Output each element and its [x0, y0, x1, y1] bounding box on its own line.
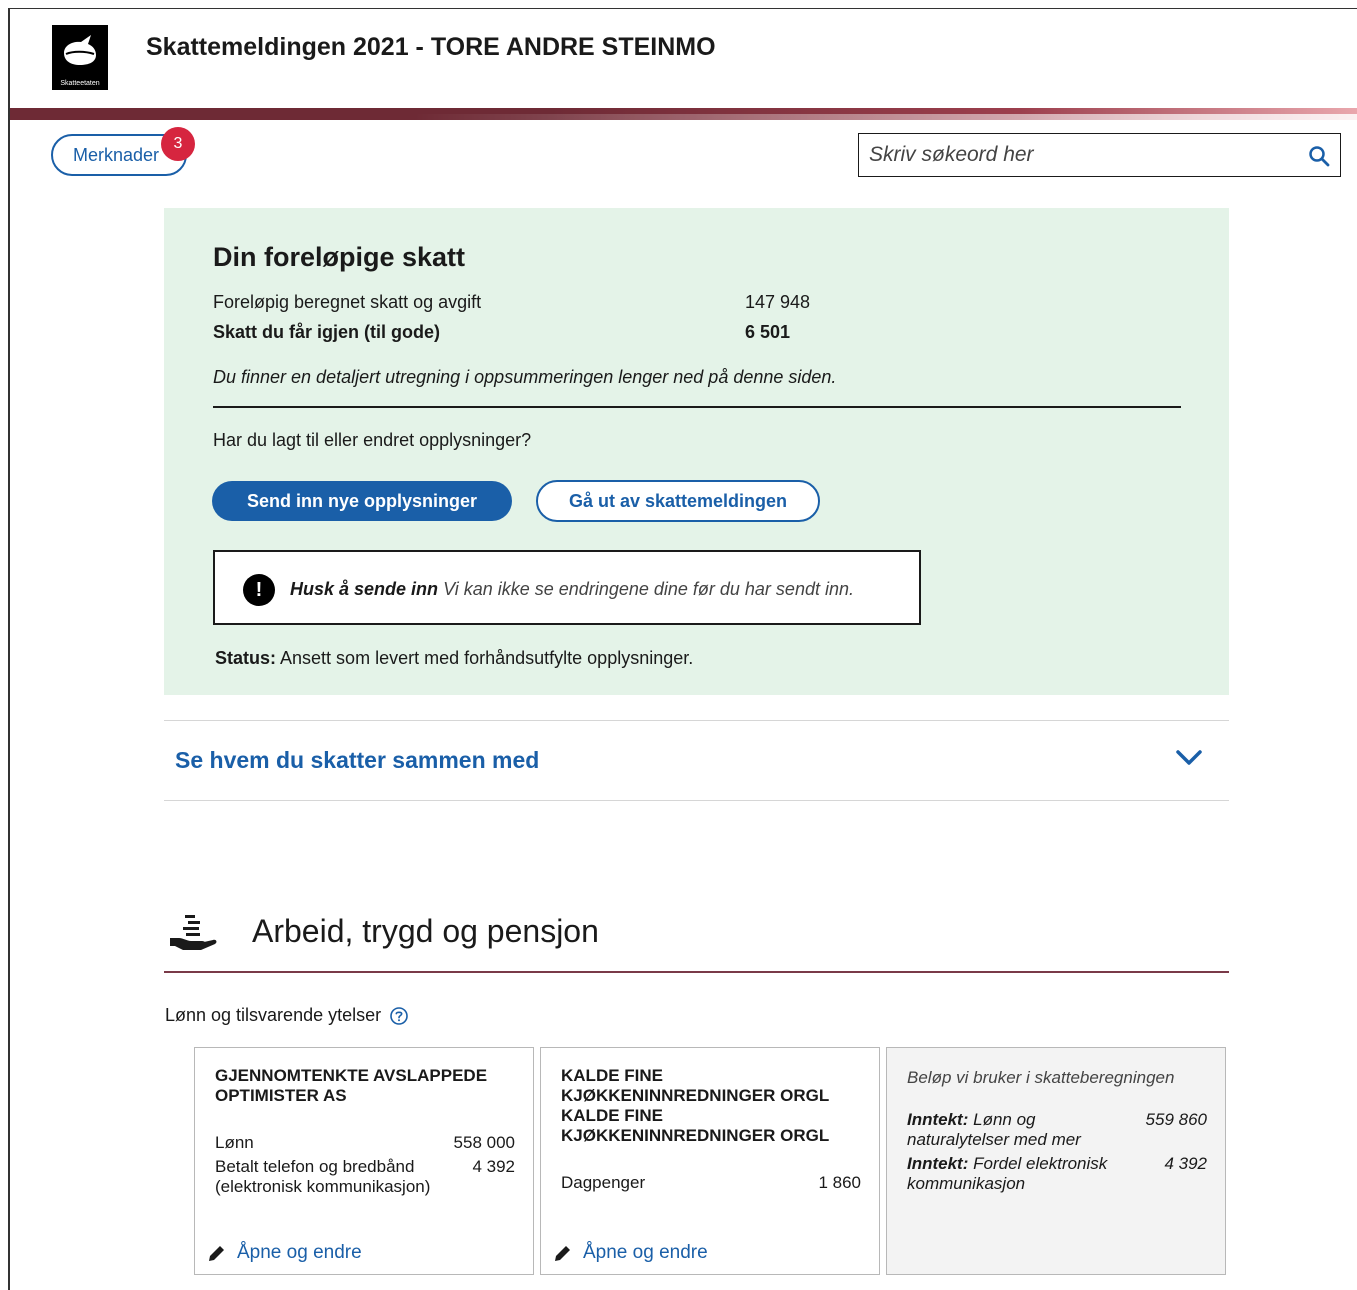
- calc-line-label: Inntekt: Fordel elektronisk kommunikasjo…: [907, 1154, 1122, 1194]
- sub-section-text: Lønn og tilsvarende ytelser: [165, 1005, 382, 1025]
- summary-row-label: Foreløpig beregnet skatt og avgift: [213, 292, 482, 312]
- employer-card: KALDE FINE KJØKKENINNREDNINGER ORGL KALD…: [540, 1047, 880, 1275]
- status-text: Ansett som levert med forhåndsutfylte op…: [280, 648, 694, 668]
- summary-row-calculated: Foreløpig beregnet skatt og avgift 147 9…: [213, 292, 810, 313]
- summary-row-label: Skatt du får igjen (til gode): [213, 322, 441, 342]
- open-edit-label: Åpne og endre: [237, 1242, 362, 1263]
- pencil-icon: [555, 1246, 570, 1261]
- callout-bold: Husk å sende inn: [290, 579, 439, 599]
- employer-name: KALDE FINE KJØKKENINNREDNINGER ORGL KALD…: [561, 1066, 830, 1145]
- merknader-count-badge: 3: [161, 127, 195, 161]
- open-edit-link[interactable]: Åpne og endre: [207, 1242, 362, 1264]
- calc-line-prefix: Inntekt:: [907, 1154, 969, 1173]
- income-line: Lønn 558 000: [215, 1133, 515, 1153]
- logo-mark-icon: [64, 35, 96, 65]
- section-divider: [164, 971, 1229, 973]
- callout-message: Vi kan ikke se endringene dine før du ha…: [443, 579, 854, 599]
- employer-card: GJENNOMTENKTE AVSLAPPEDE OPTIMISTER AS L…: [194, 1047, 534, 1275]
- open-edit-label: Åpne og endre: [583, 1242, 708, 1263]
- help-icon[interactable]: [389, 1006, 409, 1026]
- send-inn-button[interactable]: Send inn nye opplysninger: [212, 481, 512, 521]
- summary-title: Din foreløpige skatt: [213, 242, 466, 272]
- search-box: [858, 133, 1341, 177]
- accordion-label: Se hvem du skatter sammen med: [175, 747, 540, 773]
- calc-line-amount: 4 392: [1164, 1154, 1207, 1173]
- exclamation-icon: !: [243, 574, 275, 606]
- pencil-icon: [209, 1246, 224, 1261]
- brand-stripe-fade: [10, 114, 1357, 120]
- open-edit-link[interactable]: Åpne og endre: [553, 1242, 708, 1264]
- accordion-sambeskatning[interactable]: Se hvem du skatter sammen med: [164, 720, 1229, 801]
- income-label: Lønn: [215, 1133, 254, 1152]
- sub-section-label: Lønn og tilsvarende ytelser: [165, 1005, 409, 1026]
- summary-row-refund: Skatt du får igjen (til gode) 6 501: [213, 322, 790, 343]
- calc-line: Inntekt: Fordel elektronisk kommunikasjo…: [907, 1154, 1207, 1194]
- hand-coins-icon: [170, 915, 217, 950]
- page-title: Skattemeldingen 2021 - TORE ANDRE STEINM…: [146, 33, 716, 61]
- summary-row-value: 6 501: [745, 322, 791, 342]
- tax-summary-panel: Din foreløpige skatt Foreløpig beregnet …: [164, 208, 1229, 695]
- logo-text: Skatteetaten: [60, 80, 100, 87]
- status-line: Status: Ansett som levert med forhåndsut…: [215, 648, 693, 669]
- income-label: Betalt telefon og bredbånd (elektronisk …: [215, 1157, 431, 1196]
- calc-line-prefix: Inntekt:: [907, 1110, 969, 1129]
- section-title: Arbeid, trygd og pensjon: [252, 913, 599, 949]
- income-label: Dagpenger: [561, 1173, 646, 1192]
- calc-line-amount: 559 860: [1145, 1110, 1207, 1129]
- exit-button[interactable]: Gå ut av skattemeldingen: [536, 480, 820, 522]
- search-icon[interactable]: [1308, 145, 1330, 167]
- summary-question: Har du lagt til eller endret opplysninge…: [213, 430, 532, 450]
- income-amount: 1 860: [818, 1173, 861, 1192]
- calc-line: Inntekt: Lønn og naturalytelser med mer …: [907, 1110, 1207, 1150]
- summary-note: Du finner en detaljert utregning i oppsu…: [213, 367, 837, 387]
- calc-card-title: Beløp vi bruker i skatteberegningen: [907, 1068, 1175, 1087]
- status-label: Status:: [215, 648, 277, 668]
- search-input[interactable]: [869, 134, 1289, 175]
- calc-line-label: Inntekt: Lønn og naturalytelser med mer: [907, 1110, 1122, 1150]
- income-amount: 4 392: [472, 1157, 515, 1176]
- income-amount: 558 000: [453, 1133, 515, 1152]
- merknader-label: Merknader: [73, 144, 160, 165]
- chevron-down-icon: [1176, 750, 1202, 765]
- skatteetaten-logo[interactable]: Skatteetaten: [52, 25, 108, 90]
- income-line: Dagpenger 1 860: [561, 1173, 861, 1193]
- income-line: Betalt telefon og bredbånd (elektronisk …: [215, 1157, 515, 1197]
- tax-calculation-card: Beløp vi bruker i skatteberegningen Innt…: [886, 1047, 1226, 1275]
- employer-name: GJENNOMTENKTE AVSLAPPEDE OPTIMISTER AS: [215, 1066, 488, 1105]
- header: Skatteetaten Skattemeldingen 2021 - TORE…: [10, 9, 1357, 109]
- callout-text: Husk å sende inn Vi kan ikke se endringe…: [290, 579, 854, 600]
- summary-divider: [213, 406, 1181, 408]
- reminder-callout: ! Husk å sende inn Vi kan ikke se endrin…: [213, 550, 921, 625]
- summary-row-value: 147 948: [745, 292, 811, 312]
